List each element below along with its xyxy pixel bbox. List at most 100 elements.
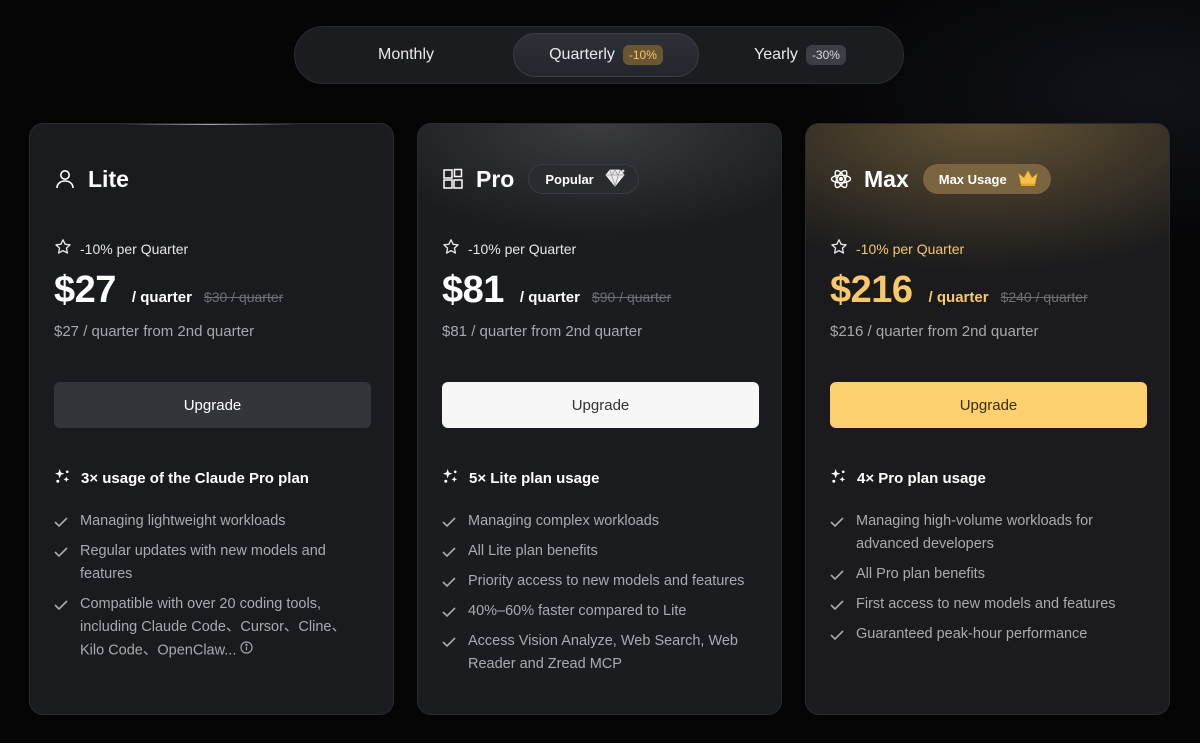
feature-text: Regular updates with new models and feat… — [80, 543, 326, 582]
feature-item: 40%–60% faster compared to Lite — [442, 600, 752, 623]
feature-item: Managing high-volume workloads for advan… — [830, 510, 1140, 556]
check-icon — [830, 563, 845, 586]
check-icon — [830, 623, 845, 646]
promo-line: -10% per Quarter — [54, 238, 188, 259]
plan-name: Max — [864, 165, 909, 192]
plan-name: Pro — [476, 165, 515, 192]
price: $27 — [54, 269, 116, 311]
feature-item: Managing complex workloads — [442, 510, 752, 533]
renewal-price: $216 / quarter from 2nd quarter — [830, 323, 1039, 340]
discount-badge: -30% — [805, 45, 846, 65]
plan-name: Lite — [88, 165, 129, 192]
plan-card-max: Max Max Usage -10% per Quarter $216 / qu… — [805, 123, 1170, 715]
feature-text: All Pro plan benefits — [856, 566, 985, 582]
feature-item: Priority access to new models and featur… — [442, 570, 752, 593]
feature-text: First access to new models and features — [856, 596, 1116, 612]
price: $216 — [830, 269, 913, 311]
check-icon — [442, 510, 457, 533]
price-period: / quarter — [131, 289, 192, 306]
billing-period-toggle: Monthly Quarterly -10% Yearly -30% — [294, 26, 904, 84]
diamond-icon — [604, 168, 626, 190]
usage-headline: 3× usage of the Claude Pro plan — [54, 468, 309, 489]
upgrade-button[interactable]: Upgrade — [54, 382, 371, 428]
feature-text: Guaranteed peak-hour performance — [856, 626, 1088, 642]
check-icon — [442, 540, 457, 563]
usage-headline-text: 5× Lite plan usage — [469, 470, 600, 487]
check-icon — [54, 593, 69, 616]
feature-text: Managing high-volume workloads for advan… — [856, 513, 1093, 552]
feature-text: Compatible with over 20 coding tools, in… — [80, 596, 346, 659]
plan-card-lite: Lite -10% per Quarter $27 / quarter $30 … — [29, 123, 394, 715]
original-price: $240 / quarter — [1000, 289, 1088, 305]
price-row: $216 / quarter $240 / quarter — [830, 269, 1088, 312]
promo-text: -10% per Quarter — [468, 240, 577, 257]
feature-text: Managing complex workloads — [468, 513, 660, 529]
price-period: / quarter — [519, 289, 580, 306]
usage-headline-text: 4× Pro plan usage — [857, 470, 986, 487]
feature-item: All Lite plan benefits — [442, 540, 752, 563]
feature-text-wrap: Compatible with over 20 coding tools, in… — [80, 593, 364, 662]
plan-card-pro: Pro Popular -10% per Quarter $81 / quart… — [417, 123, 782, 715]
info-icon[interactable] — [240, 639, 253, 662]
plan-header: Pro Popular — [442, 164, 639, 194]
feature-item: Access Vision Analyze, Web Search, Web R… — [442, 630, 752, 676]
upgrade-button[interactable]: Upgrade — [442, 382, 759, 428]
star-icon — [830, 238, 848, 259]
sparkle-icon — [442, 468, 459, 489]
check-icon — [54, 510, 69, 533]
feature-item: All Pro plan benefits — [830, 563, 1140, 586]
sparkle-icon — [830, 468, 847, 489]
popular-badge: Popular — [528, 164, 639, 194]
price: $81 — [442, 269, 504, 311]
renewal-price: $27 / quarter from 2nd quarter — [54, 323, 255, 340]
discount-badge: -10% — [622, 45, 663, 65]
badge-text: Max Usage — [938, 171, 1007, 187]
check-icon — [442, 600, 457, 623]
user-icon — [54, 168, 76, 190]
feature-list: Managing lightweight workloads Regular u… — [54, 510, 364, 669]
star-icon — [442, 238, 460, 259]
billing-option-label: Quarterly — [549, 46, 615, 63]
feature-item: Guaranteed peak-hour performance — [830, 623, 1140, 646]
feature-item: Regular updates with new models and feat… — [54, 540, 364, 586]
upgrade-button[interactable]: Upgrade — [830, 382, 1147, 428]
price-row: $27 / quarter $30 / quarter — [54, 269, 283, 312]
original-price: $30 / quarter — [203, 289, 284, 305]
price-period: / quarter — [928, 289, 989, 306]
check-icon — [830, 593, 845, 616]
feature-list: Managing high-volume workloads for advan… — [830, 510, 1140, 653]
feature-item: Compatible with over 20 coding tools, in… — [54, 593, 364, 662]
price-row: $81 / quarter $90 / quarter — [442, 269, 671, 312]
feature-text: All Lite plan benefits — [468, 543, 598, 559]
billing-option-quarterly[interactable]: Quarterly -10% — [513, 33, 699, 77]
badge-text: Popular — [545, 171, 594, 187]
atom-icon — [830, 168, 852, 190]
feature-text: Managing lightweight workloads — [80, 513, 286, 529]
renewal-price: $81 / quarter from 2nd quarter — [442, 323, 643, 340]
feature-item: First access to new models and features — [830, 593, 1140, 616]
max-usage-badge: Max Usage — [922, 164, 1051, 194]
promo-line: -10% per Quarter — [442, 238, 576, 259]
promo-text: -10% per Quarter — [80, 240, 189, 257]
check-icon — [442, 630, 457, 653]
plan-header: Lite — [54, 164, 129, 194]
check-icon — [54, 540, 69, 563]
billing-option-label: Monthly — [377, 46, 435, 63]
blocks-icon — [442, 168, 464, 190]
promo-line: -10% per Quarter — [830, 238, 964, 259]
original-price: $90 / quarter — [591, 289, 672, 305]
star-icon — [54, 238, 72, 259]
check-icon — [830, 510, 845, 533]
sparkle-icon — [54, 468, 71, 489]
plan-header: Max Max Usage — [830, 164, 1051, 194]
billing-option-label: Yearly — [754, 46, 798, 63]
usage-headline-text: 3× usage of the Claude Pro plan — [81, 470, 309, 487]
promo-text: -10% per Quarter — [856, 240, 965, 257]
billing-option-monthly[interactable]: Monthly — [311, 33, 501, 77]
usage-headline: 4× Pro plan usage — [830, 468, 986, 489]
billing-option-yearly[interactable]: Yearly -30% — [707, 33, 893, 77]
feature-item: Managing lightweight workloads — [54, 510, 364, 533]
feature-text: Access Vision Analyze, Web Search, Web R… — [468, 633, 738, 672]
check-icon — [442, 570, 457, 593]
feature-text: Priority access to new models and featur… — [468, 573, 745, 589]
